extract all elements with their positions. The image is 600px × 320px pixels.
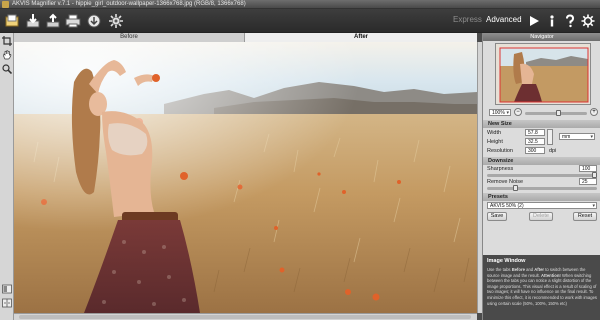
hint-text-1: Use the tabs — [487, 267, 512, 272]
zoom-value: 100% — [492, 110, 505, 116]
resolution-unit: dpi — [549, 148, 557, 154]
batch-icon[interactable] — [43, 11, 63, 31]
help-icon[interactable] — [562, 12, 578, 30]
advanced-mode-button[interactable]: Advanced — [486, 13, 522, 27]
remove-noise-field[interactable]: 25 — [579, 178, 597, 185]
unit-select[interactable]: mm ▾ — [559, 133, 595, 140]
presets-header: Presets — [483, 193, 600, 201]
save-preset-button[interactable]: Save — [487, 212, 507, 221]
zoom-slider-knob[interactable] — [556, 110, 562, 116]
width-field[interactable]: 57.8 — [525, 129, 545, 136]
main-toolbar: Express Advanced — [0, 9, 600, 33]
resolution-label: Resolution — [487, 148, 513, 154]
app-window: AKVIS Magnifier v.7.1 - hippie_girl_outd… — [0, 0, 600, 320]
zoom-select[interactable]: 100% ▾ — [489, 109, 511, 116]
hint-panel: Image Window Use the tabs Before and Aft… — [483, 255, 600, 320]
save-icon[interactable] — [23, 11, 43, 31]
title-bar: AKVIS Magnifier v.7.1 - hippie_girl_outd… — [0, 0, 600, 9]
remove-noise-slider[interactable] — [487, 187, 597, 190]
print-icon[interactable] — [63, 11, 83, 31]
horizontal-scroll-thumb[interactable] — [19, 315, 471, 319]
navigator-header: Navigator — [483, 33, 600, 41]
preset-value: AKVIS 50% (2) — [490, 203, 524, 209]
chevron-down-icon: ▾ — [590, 134, 593, 140]
height-label: Height — [487, 139, 503, 145]
hint-attention: Attention! — [541, 272, 561, 278]
image-window[interactable] — [14, 42, 477, 313]
hint-text-3: When switching between the tabs you can … — [487, 272, 597, 306]
settings-panel: Navigator 100% ▾ − + New Size Width 57.8… — [482, 33, 600, 320]
height-field[interactable]: 32.5 — [525, 138, 545, 145]
result-photo — [14, 42, 477, 313]
settings-gear-icon[interactable] — [106, 11, 126, 31]
zoom-tool-icon[interactable] — [1, 63, 13, 75]
window-title: AKVIS Magnifier v.7.1 - hippie_girl_outd… — [12, 1, 246, 7]
reset-preset-button[interactable]: Reset — [573, 212, 597, 221]
preset-select[interactable]: AKVIS 50% (2) ▾ — [487, 202, 597, 209]
zoom-row: 100% ▾ − + — [483, 107, 600, 119]
hint-text: Use the tabs Before and After to switch … — [487, 267, 597, 306]
hand-tool-icon[interactable] — [1, 49, 13, 61]
info-icon[interactable] — [544, 12, 560, 30]
share-icon[interactable] — [84, 11, 104, 31]
display-mode-icon[interactable] — [1, 283, 13, 295]
open-icon[interactable] — [3, 11, 23, 31]
zoom-out-icon[interactable]: − — [514, 108, 522, 116]
tool-strip — [0, 33, 14, 320]
hint-text-and: and — [524, 267, 535, 272]
navigator-preview[interactable] — [495, 43, 591, 105]
run-icon[interactable] — [526, 12, 542, 30]
panel-spacer — [483, 224, 600, 255]
tab-after[interactable]: After — [245, 33, 477, 42]
hint-after: After — [534, 267, 545, 272]
delete-preset-button[interactable]: Delete — [529, 212, 553, 221]
express-mode-button[interactable]: Express — [453, 13, 482, 27]
chevron-down-icon: ▾ — [592, 203, 595, 209]
crop-tool-icon[interactable] — [1, 35, 13, 47]
new-size-header: New Size — [483, 120, 600, 128]
zoom-in-icon[interactable]: + — [590, 108, 598, 116]
split-view-icon[interactable] — [1, 297, 13, 309]
hint-title: Image Window — [487, 258, 526, 264]
unit-value: mm — [562, 134, 571, 140]
aspect-link-icon[interactable] — [547, 129, 553, 145]
image-tabs: Before After — [14, 33, 477, 42]
chevron-down-icon: ▾ — [506, 110, 509, 116]
downsize-header: Downsize — [483, 157, 600, 165]
resolution-field[interactable]: 300 — [525, 147, 545, 154]
sharpness-label: Sharpness — [487, 166, 514, 172]
tab-before[interactable]: Before — [14, 33, 245, 42]
width-label: Width — [487, 130, 502, 136]
horizontal-scrollbar[interactable] — [14, 313, 477, 320]
remove-noise-slider-knob[interactable] — [513, 185, 519, 191]
sharpness-slider[interactable] — [487, 174, 597, 177]
hint-before: Before — [511, 267, 525, 272]
sharpness-field[interactable]: 100 — [579, 165, 597, 172]
preferences-icon[interactable] — [580, 12, 596, 30]
app-logo-icon — [2, 1, 9, 8]
